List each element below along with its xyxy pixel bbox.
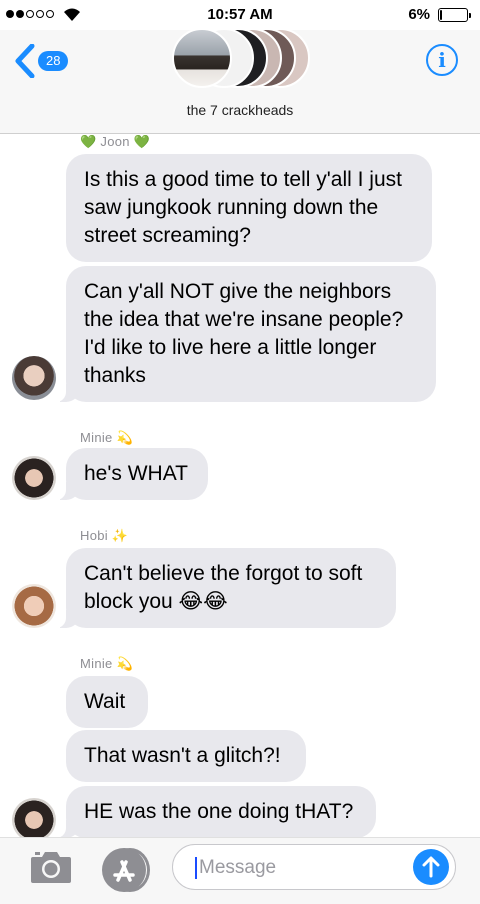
message-input[interactable]: Message <box>172 844 456 890</box>
conversation-header: 28 the 7 crackheads i <box>0 28 480 134</box>
sender-name: 💚 Joon 💚 <box>80 134 151 149</box>
camera-icon <box>31 852 71 883</box>
avatar[interactable] <box>12 798 56 837</box>
group-avatars[interactable] <box>172 28 312 90</box>
message-bubble[interactable]: Is this a good time to tell y'all I just… <box>66 154 432 262</box>
info-button[interactable]: i <box>426 44 458 76</box>
message-bubble[interactable]: Wait <box>66 676 148 728</box>
compose-bar: Message <box>0 837 480 904</box>
camera-button[interactable] <box>30 848 72 889</box>
sender-name: Minie 💫 <box>80 430 133 445</box>
message-bubble[interactable]: Can't believe the forgot to soft block y… <box>54 548 396 628</box>
message-text: he's WHAT <box>84 462 188 485</box>
back-chevron-icon <box>15 44 35 78</box>
battery-icon <box>438 8 471 22</box>
sender-name: Hobi ✨ <box>80 528 129 543</box>
avatar[interactable] <box>12 356 56 400</box>
message-text: Can y'all NOT give the neighbors the ide… <box>84 280 404 387</box>
avatar[interactable] <box>12 584 56 628</box>
text-caret <box>195 857 197 879</box>
avatar[interactable] <box>12 456 56 500</box>
message-text: HE was the one doing tHAT? <box>84 800 354 823</box>
message-list[interactable]: 💚 Joon 💚 Is this a good time to tell y'a… <box>0 134 480 837</box>
sender-name: Minie 💫 <box>80 656 133 671</box>
send-arrow-icon <box>422 856 440 878</box>
message-bubble[interactable]: Can y'all NOT give the neighbors the ide… <box>54 266 436 402</box>
app-store-button[interactable] <box>102 848 146 892</box>
app-store-icon <box>113 860 135 882</box>
back-button[interactable]: 28 <box>14 44 69 78</box>
status-bar: 10:57 AM 6% <box>0 0 480 30</box>
message-bubble[interactable]: he's WHAT <box>54 448 208 500</box>
avatar <box>172 28 232 88</box>
group-name[interactable]: the 7 crackheads <box>0 102 480 118</box>
message-placeholder: Message <box>199 857 277 878</box>
message-text: Can't believe the forgot to soft block y… <box>84 562 363 613</box>
unread-count-badge: 28 <box>38 51 69 71</box>
message-bubble[interactable]: HE was the one doing tHAT? <box>54 786 376 837</box>
battery-percent: 6% <box>408 6 430 23</box>
message-bubble[interactable]: That wasn't a glitch?! <box>66 730 306 782</box>
send-button[interactable] <box>413 849 449 885</box>
info-icon: i <box>438 48 446 72</box>
